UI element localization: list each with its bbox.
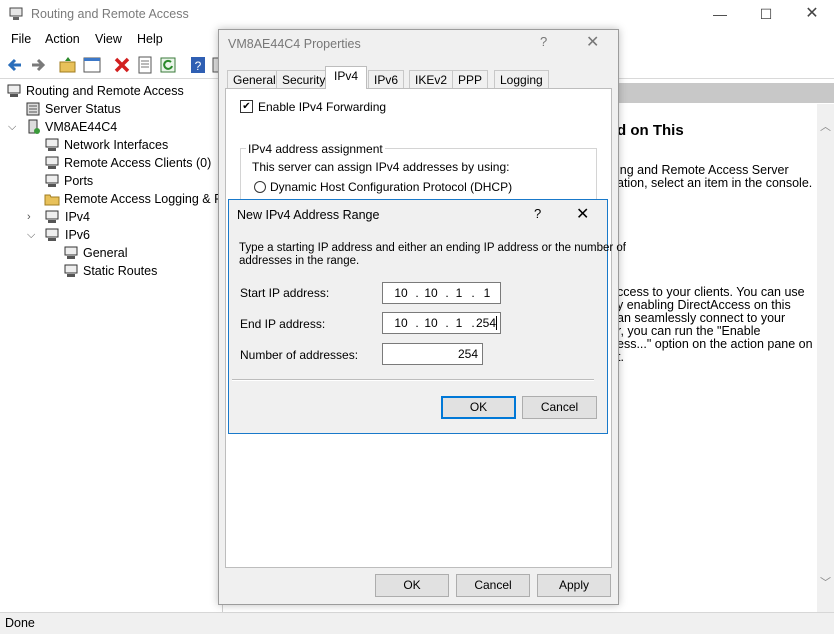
status-bar bbox=[0, 612, 834, 634]
tab-ipv4[interactable]: IPv4 bbox=[325, 66, 368, 89]
ip-octet[interactable]: 10 bbox=[421, 283, 441, 303]
result-heading: d on This bbox=[617, 122, 684, 139]
result-text-line: ation, select an item in the console. bbox=[617, 176, 813, 190]
tab-general[interactable]: General bbox=[227, 70, 282, 89]
range-cancel-button[interactable]: Cancel bbox=[522, 396, 597, 419]
scroll-up-icon[interactable]: ︿ bbox=[820, 118, 831, 134]
instructions-line: addresses in the range. bbox=[239, 255, 360, 267]
refresh-icon[interactable] bbox=[158, 55, 178, 75]
maximize-button[interactable]: ☐ bbox=[743, 0, 789, 28]
result-text-line: ess..." option on the action pane on bbox=[617, 337, 813, 351]
tree-label: IPv6 bbox=[65, 228, 91, 242]
instructions-line: Type a starting IP address and either an… bbox=[239, 242, 626, 254]
general-icon bbox=[64, 246, 78, 259]
tab-ipv6[interactable]: IPv6 bbox=[368, 70, 405, 89]
menu-action[interactable]: Action bbox=[45, 32, 80, 46]
tab-ppp[interactable]: PPP bbox=[452, 70, 489, 89]
properties-apply-button[interactable]: Apply bbox=[537, 574, 611, 597]
tree-label: Remote Access Clients (0) bbox=[64, 156, 212, 170]
new-range-dialog-title: New IPv4 Address Range bbox=[237, 208, 380, 222]
tree-label: Routing and Remote Access bbox=[26, 84, 184, 98]
address-count-value: 254 bbox=[457, 347, 478, 361]
ports-icon bbox=[45, 174, 59, 187]
up-folder-icon[interactable] bbox=[58, 55, 78, 75]
close-button[interactable]: ✕ bbox=[789, 0, 834, 28]
minimize-button[interactable]: — bbox=[697, 0, 743, 28]
tree-label: Server Status bbox=[45, 102, 121, 116]
tree-label: Remote Access Logging & Po bbox=[64, 192, 230, 206]
enable-forwarding-checkbox[interactable]: ✔ bbox=[240, 100, 253, 113]
vertical-scrollbar[interactable]: ︿ ﹀ bbox=[817, 104, 834, 612]
ip-octet[interactable]: 1 bbox=[449, 313, 469, 333]
server-icon bbox=[28, 119, 40, 134]
ipv6-icon bbox=[45, 228, 59, 241]
ip-octet[interactable]: 254 bbox=[476, 313, 496, 333]
tree-label: Static Routes bbox=[83, 264, 158, 278]
server-status-icon bbox=[26, 102, 40, 116]
dialog-separator bbox=[232, 379, 594, 381]
end-ip-input[interactable]: 10 . 10 . 1 . 254 bbox=[382, 312, 501, 334]
close-icon[interactable]: ✕ bbox=[586, 32, 599, 52]
ip-dot: . bbox=[471, 286, 475, 300]
ip-dot: . bbox=[415, 316, 419, 330]
group-title: IPv4 address assignment bbox=[246, 142, 385, 156]
group-description: This server can assign IPv4 addresses by… bbox=[252, 160, 510, 174]
tab-ikev2[interactable]: IKEv2 bbox=[409, 70, 454, 89]
show-hide-tree-icon[interactable] bbox=[82, 55, 102, 75]
routing-server-icon bbox=[7, 84, 21, 97]
help-icon[interactable]: ? bbox=[188, 55, 208, 75]
close-icon[interactable]: ✕ bbox=[576, 204, 589, 224]
status-text: Done bbox=[5, 616, 35, 630]
end-ip-label: End IP address: bbox=[240, 317, 326, 331]
ip-octet[interactable]: 1 bbox=[449, 283, 469, 303]
static-routes-icon bbox=[64, 264, 78, 277]
svg-text:?: ? bbox=[195, 59, 202, 73]
help-icon[interactable]: ? bbox=[534, 206, 541, 221]
tree-label: Network Interfaces bbox=[64, 138, 169, 152]
properties-icon[interactable] bbox=[135, 55, 155, 75]
enable-forwarding-label: Enable IPv4 Forwarding bbox=[258, 100, 387, 114]
scroll-down-icon[interactable]: ﹀ bbox=[820, 574, 831, 590]
range-ok-button[interactable]: OK bbox=[441, 396, 516, 419]
start-ip-input[interactable]: 10 . 10 . 1 . 1 bbox=[382, 282, 501, 304]
ip-octet[interactable]: 1 bbox=[477, 283, 497, 303]
ip-dot: . bbox=[415, 286, 419, 300]
result-pane-header bbox=[617, 83, 834, 103]
tree-label: IPv4 bbox=[65, 210, 91, 224]
properties-cancel-button[interactable]: Cancel bbox=[456, 574, 530, 597]
properties-ok-button[interactable]: OK bbox=[375, 574, 449, 597]
text-caret bbox=[496, 316, 497, 330]
chevron-down-icon[interactable]: ⌵ bbox=[27, 226, 35, 244]
chevron-right-icon[interactable]: › bbox=[27, 208, 31, 226]
menu-file[interactable]: File bbox=[11, 32, 31, 46]
tab-security[interactable]: Security bbox=[276, 70, 332, 89]
back-arrow-icon[interactable] bbox=[5, 55, 25, 75]
console-tree: Routing and Remote Access Server Status … bbox=[0, 79, 229, 612]
ip-octet[interactable]: 10 bbox=[421, 313, 441, 333]
remote-clients-icon bbox=[45, 156, 59, 169]
dhcp-label: Dynamic Host Configuration Protocol (DHC… bbox=[270, 180, 513, 194]
delete-icon[interactable] bbox=[112, 55, 132, 75]
start-ip-label: Start IP address: bbox=[240, 286, 330, 300]
window-title: Routing and Remote Access bbox=[31, 7, 189, 21]
tree-label: General bbox=[83, 246, 128, 260]
ip-octet[interactable]: 10 bbox=[391, 313, 411, 333]
menu-view[interactable]: View bbox=[95, 32, 122, 46]
ip-octet[interactable]: 10 bbox=[391, 283, 411, 303]
routing-app-icon bbox=[9, 7, 23, 20]
tree-label: Ports bbox=[64, 174, 94, 188]
menu-help[interactable]: Help bbox=[137, 32, 163, 46]
tab-logging[interactable]: Logging bbox=[494, 70, 549, 89]
chevron-down-icon[interactable]: ⌵ bbox=[8, 118, 16, 136]
properties-dialog-title: VM8AE44C4 Properties bbox=[228, 37, 361, 51]
folder-icon bbox=[44, 194, 60, 206]
address-count-label: Number of addresses: bbox=[240, 348, 359, 362]
address-count-input[interactable]: 254 bbox=[382, 343, 483, 365]
network-interfaces-icon bbox=[45, 138, 59, 151]
tree-label: VM8AE44C4 bbox=[45, 120, 118, 134]
ipv4-icon bbox=[45, 210, 59, 223]
forward-arrow-icon[interactable] bbox=[28, 55, 48, 75]
dhcp-radio[interactable] bbox=[254, 181, 266, 193]
help-icon[interactable]: ? bbox=[540, 34, 547, 49]
